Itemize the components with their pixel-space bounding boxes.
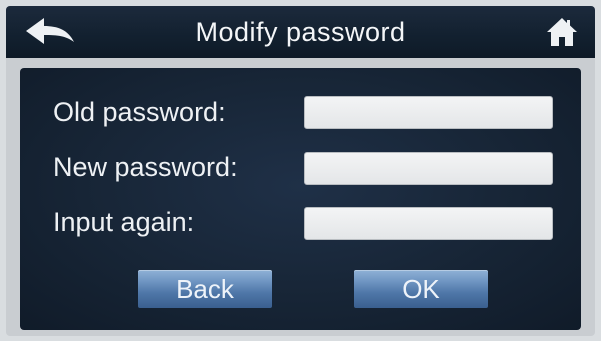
old-password-field[interactable]	[304, 96, 553, 129]
old-password-label: Old password:	[53, 97, 226, 127]
back-button[interactable]: Back	[138, 270, 272, 308]
new-password-label: New password:	[53, 152, 238, 182]
title-bar: Modify password	[6, 6, 595, 58]
input-again-label: Input again:	[53, 207, 195, 237]
home-icon[interactable]	[545, 16, 579, 48]
new-password-field[interactable]	[304, 152, 553, 185]
page-title: Modify password	[195, 17, 406, 47]
ok-button[interactable]: OK	[354, 270, 488, 308]
confirm-password-field[interactable]	[304, 207, 553, 240]
device-screen: Modify password Old password: New passwo…	[6, 6, 595, 336]
password-form-panel: Old password: New password: Input again:…	[20, 68, 581, 330]
